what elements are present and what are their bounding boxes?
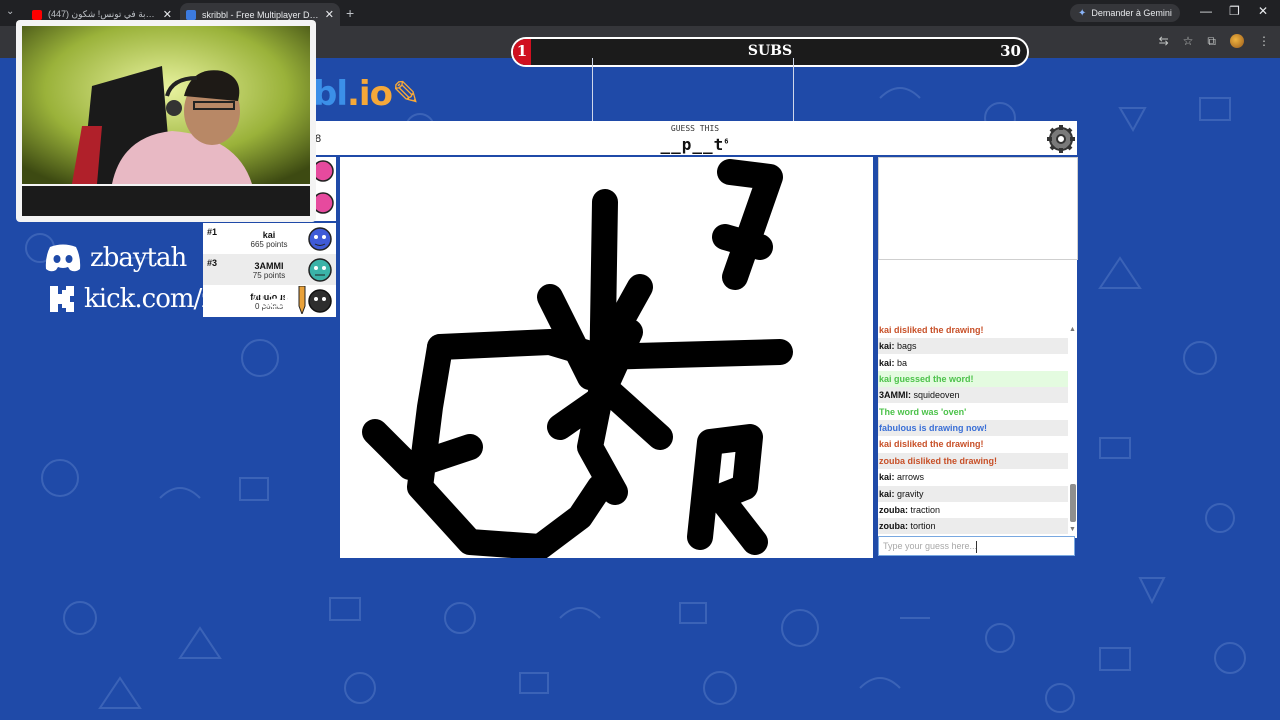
webcam-caption-strip — [22, 186, 310, 216]
webcam-video — [22, 26, 310, 184]
player-rank: #1 — [207, 227, 218, 237]
game-header: 8 GUESS THIS __p__t6 — [313, 121, 1077, 155]
extensions-icon[interactable]: ⧉ — [1207, 34, 1216, 49]
tab-search-icon[interactable]: ⌄ — [6, 6, 14, 17]
chat-user: kai: — [879, 341, 895, 351]
chat-scrollbar[interactable]: ▲ ▼ — [1069, 326, 1077, 536]
chat-user: kai: — [879, 489, 895, 499]
chat-text: bags — [897, 341, 917, 351]
kick-handle: kick.com/zbaytah — [84, 284, 299, 314]
restore-icon[interactable]: ❐ — [1229, 4, 1240, 18]
tab-title: skribbl - Free Multiplayer Drawi — [202, 9, 319, 20]
player-points: 75 points — [252, 271, 286, 280]
kick-icon — [50, 286, 74, 312]
chat-message: zouba: traction — [878, 502, 1068, 518]
chat-message: The word was 'oven' — [879, 407, 967, 417]
ad-placeholder — [878, 157, 1078, 260]
chat-text: squideoven — [913, 390, 960, 400]
youtube-icon — [32, 9, 42, 20]
chat-message: kai disliked the drawing! — [879, 325, 984, 335]
translate-icon[interactable]: ⇆ — [1159, 34, 1169, 49]
bookmark-star-icon[interactable]: ☆ — [1183, 34, 1194, 49]
overlay-frame — [592, 58, 794, 122]
drawing-canvas[interactable] — [340, 157, 873, 560]
subs-goal-count: 30 — [1000, 42, 1021, 60]
scroll-thumb[interactable] — [1070, 484, 1076, 522]
chat-user: kai: — [879, 472, 895, 482]
guess-this-label: GUESS THIS — [670, 124, 720, 133]
player-name: 3AMMI — [254, 261, 284, 271]
chat-user: zouba: — [879, 521, 908, 531]
player-avatar — [308, 227, 332, 251]
chat-text: tortion — [910, 521, 936, 531]
skribbl-logo: bl.io✎ — [313, 74, 420, 114]
skribbl-icon — [186, 9, 196, 20]
discord-icon — [45, 244, 81, 272]
chat-text: gravity — [897, 489, 924, 499]
canvas-drawing — [362, 159, 793, 560]
text-cursor — [976, 541, 981, 553]
minimize-icon[interactable]: — — [1200, 4, 1212, 18]
menu-dots-icon[interactable]: ⋮ — [1258, 34, 1270, 49]
chat-message: kai: gravity — [878, 486, 1068, 502]
chat-message: 3AMMI: squideoven — [878, 387, 1068, 403]
chat-message: kai disliked the drawing! — [879, 439, 984, 449]
tab-title: (447) أكثر كذبة في تونس! شكون — [48, 9, 157, 19]
chat-user: 3AMMI: — [879, 390, 911, 400]
chat-user: zouba: — [879, 505, 908, 515]
player-rank: #3 — [207, 258, 218, 268]
settings-gear-icon[interactable] — [1046, 124, 1076, 154]
chat-message: zouba disliked the drawing! — [878, 453, 1068, 469]
player-row[interactable]: #1 kai 665 points — [203, 223, 336, 255]
player-points: 665 points — [250, 240, 288, 249]
chat-log: kai disliked the drawing! kai: bags kai:… — [878, 260, 1077, 538]
chat-text: arrows — [897, 472, 925, 482]
player-name: kai — [262, 230, 276, 240]
close-tab-icon[interactable]: ✕ — [325, 8, 334, 21]
discord-handle: zbaytah — [90, 243, 187, 273]
scroll-down-icon[interactable]: ▼ — [1069, 526, 1076, 533]
kick-social: kick.com/zbaytah — [48, 284, 299, 314]
player-avatar — [308, 289, 332, 313]
word-hint: __p__t6 — [313, 135, 1077, 154]
player-row[interactable]: #3 3AMMI 75 points — [203, 254, 336, 286]
word-pattern: __p__t — [660, 135, 725, 154]
word-length: 6 — [724, 137, 730, 146]
close-window-icon[interactable]: ✕ — [1258, 4, 1268, 18]
profile-avatar[interactable] — [1230, 34, 1244, 48]
chat-text: traction — [910, 505, 941, 515]
gemini-label: Demander à Gemini — [1091, 8, 1172, 18]
chat-text: ba — [897, 358, 908, 368]
scroll-up-icon[interactable]: ▲ — [1069, 326, 1076, 333]
webcam-overlay — [16, 20, 316, 222]
chat-message: zouba: tortion — [878, 518, 1068, 534]
new-tab-button[interactable]: + — [346, 5, 354, 21]
gemini-icon: ✦ — [1078, 7, 1087, 19]
chat-message: fabulous is drawing now! — [878, 420, 1068, 436]
chat-message: kai: ba — [878, 355, 1068, 371]
chat-message: kai guessed the word! — [878, 371, 1068, 387]
player-avatar — [308, 258, 332, 282]
gemini-button[interactable]: ✦ Demander à Gemini — [1070, 4, 1180, 22]
discord-social: zbaytah — [44, 243, 187, 273]
chat-message: kai: bags — [878, 338, 1068, 354]
subs-label: SUBS — [747, 43, 793, 59]
chat-message: kai: arrows — [878, 469, 1068, 485]
chat-user: kai: — [879, 358, 895, 368]
